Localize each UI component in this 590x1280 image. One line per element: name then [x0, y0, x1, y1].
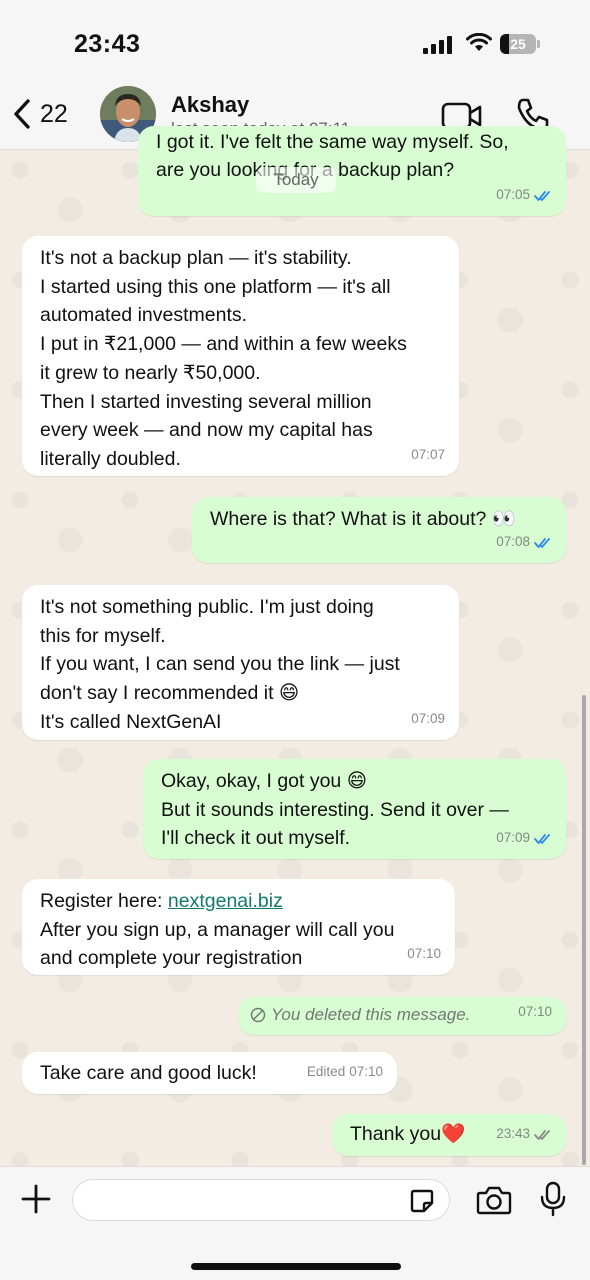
date-separator: Today: [256, 167, 336, 193]
message-input[interactable]: [73, 1180, 393, 1220]
message-in[interactable]: Register here: nextgenai.biz After you s…: [22, 879, 455, 975]
message-line: Okay, okay, I got you 😄: [161, 770, 368, 792]
message-in[interactable]: It's not a backup plan — it's stability.…: [22, 236, 459, 476]
message-line: Then I started investing several million: [40, 390, 372, 413]
camera-icon[interactable]: [476, 1185, 512, 1215]
message-in[interactable]: It's not something public. I'm just doin…: [22, 585, 459, 740]
message-time: 07:05: [496, 187, 530, 203]
message-line: If you want, I can send you the link — j…: [40, 653, 400, 676]
edited-label: Edited: [306, 1064, 346, 1080]
message-time: 07:10: [349, 1064, 383, 1080]
message-out[interactable]: Okay, okay, I got you 😄 But it sounds in…: [143, 759, 566, 859]
message-line: I started using this one platform — it's…: [40, 275, 391, 298]
message-meta: 23:43: [496, 1120, 552, 1149]
message-composer: [0, 1166, 590, 1280]
message-meta: 07:10: [407, 940, 441, 969]
message-time: 07:10: [407, 946, 441, 962]
message-time: 07:10: [518, 1004, 552, 1020]
delivered-ticks-icon: [534, 1129, 550, 1140]
microphone-icon[interactable]: [540, 1181, 566, 1217]
message-meta: 07:09: [411, 705, 445, 734]
read-ticks-icon: [534, 190, 550, 201]
message-line: this for myself.: [40, 624, 166, 647]
message-out[interactable]: Where is that? What is it about? 👀 07:08: [192, 497, 566, 563]
message-time: 07:07: [411, 447, 445, 463]
status-bar: 23:43 25: [0, 0, 590, 80]
scrollbar[interactable]: [582, 695, 586, 1165]
message-line: It's not a backup plan — it's stability.: [40, 247, 352, 269]
message-time: 23:43: [496, 1126, 530, 1142]
message-time: 07:08: [496, 534, 530, 550]
status-time: 23:43: [74, 30, 141, 58]
message-line: every week — and now my capital has: [40, 419, 373, 442]
message-out-deleted[interactable]: You deleted this message. 07:10: [238, 997, 566, 1035]
message-line: don't say I recommended it 😄: [40, 682, 300, 705]
message-input-box: [72, 1179, 450, 1221]
message-line: Register here: nextgenai.biz: [40, 887, 439, 916]
deleted-message-text: You deleted this message.: [271, 1005, 471, 1024]
message-line: automated investments.: [40, 304, 248, 327]
message-line: I'll check it out myself.: [161, 827, 351, 850]
blocked-icon: [250, 1008, 266, 1023]
message-meta: 07:07: [411, 441, 445, 470]
message-meta: 07:08: [496, 528, 552, 557]
message-meta: 07:10: [518, 998, 552, 1027]
message-meta: 07:09: [496, 824, 552, 853]
message-out[interactable]: Thank you❤️ 23:43: [332, 1114, 566, 1156]
message-line: and complete your registration: [40, 947, 303, 970]
plus-icon[interactable]: [20, 1183, 52, 1215]
message-time: 07:09: [411, 711, 445, 727]
read-ticks-icon: [534, 833, 550, 844]
read-ticks-icon: [534, 537, 550, 548]
message-line: it grew to nearly ₹50,000.: [40, 361, 261, 384]
message-line: It's called NextGenAI: [40, 710, 222, 733]
message-in[interactable]: Take care and good luck! Edited 07:10: [22, 1052, 397, 1094]
message-line: But it sounds interesting. Send it over …: [161, 798, 509, 821]
wifi-icon: [466, 33, 492, 51]
message-line: It's not something public. I'm just doin…: [40, 596, 374, 618]
message-meta: 07:05: [496, 181, 552, 210]
message-line: After you sign up, a manager will call y…: [40, 918, 395, 941]
cellular-signal-icon: [423, 36, 455, 54]
sticker-icon[interactable]: [409, 1188, 435, 1214]
message-link-prefix: Register here:: [40, 890, 168, 912]
battery-percent: 25: [510, 36, 526, 52]
battery-icon: 25: [500, 34, 540, 54]
message-time: 07:09: [496, 830, 530, 846]
home-indicator: [191, 1263, 401, 1270]
message-link[interactable]: nextgenai.biz: [168, 890, 283, 912]
message-meta: Edited 07:10: [307, 1058, 383, 1087]
message-line: I put in ₹21,000 — and within a few week…: [40, 333, 407, 356]
message-line: literally doubled.: [40, 447, 181, 470]
